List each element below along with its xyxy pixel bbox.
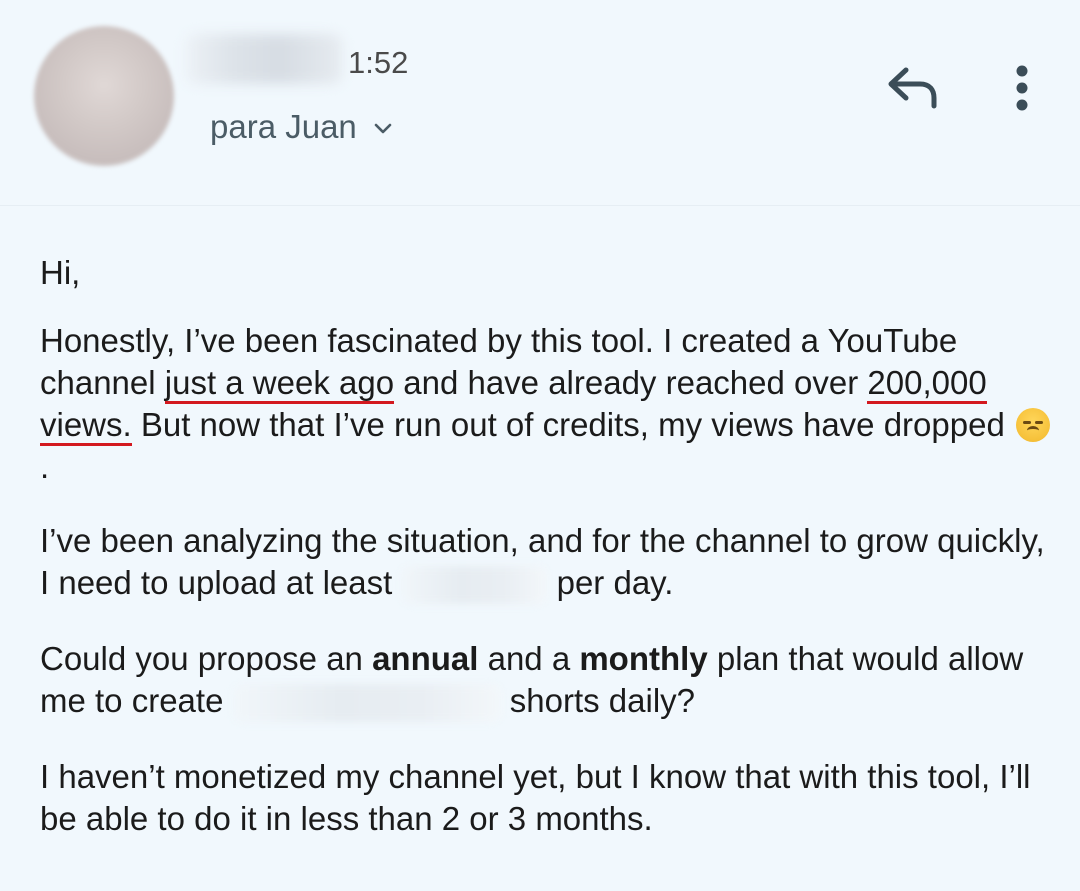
pensive-face-emoji-icon [1015,408,1050,442]
paragraph-4: I haven’t monetized my channel yet, but … [40,758,1031,837]
greeting: Hi, [40,254,81,291]
paragraph-1: Honestly, I’ve been fascinated by this t… [40,320,1050,488]
sender-name-redacted[interactable] [186,34,342,84]
bold-monthly: monthly [579,640,708,677]
paragraph-3: Could you propose an annual and a monthl… [40,638,1050,723]
reply-icon[interactable] [884,64,940,112]
redacted-shorts-range [232,684,501,723]
p2-text-b: per day. [547,564,674,601]
chevron-down-icon [374,123,392,134]
p3-text-d: shorts daily? [500,682,696,719]
email-header: 1:52 para Juan [0,0,1080,205]
underlined-week: just a week ago [164,364,395,404]
p1-text-c: But now that I’ve run out of credits, my… [131,406,1014,443]
redacted-shorts-count [401,566,548,605]
recipient-details-toggle[interactable]: para Juan [210,108,395,146]
p3-text-a: Could you propose an [40,640,373,677]
header-divider [0,205,1080,206]
more-vert-icon[interactable] [1005,62,1039,114]
bold-annual: annual [372,640,479,677]
p1-text-b: and have already reached over [394,364,868,401]
sender-avatar[interactable] [34,26,174,166]
recipient-label: para Juan [210,108,357,145]
paragraph-2: I’ve been analyzing the situation, and f… [40,520,1050,605]
p3-text-b: and a [478,640,580,677]
p1-text-d: . [40,448,50,485]
email-time: 1:52 [348,45,409,80]
